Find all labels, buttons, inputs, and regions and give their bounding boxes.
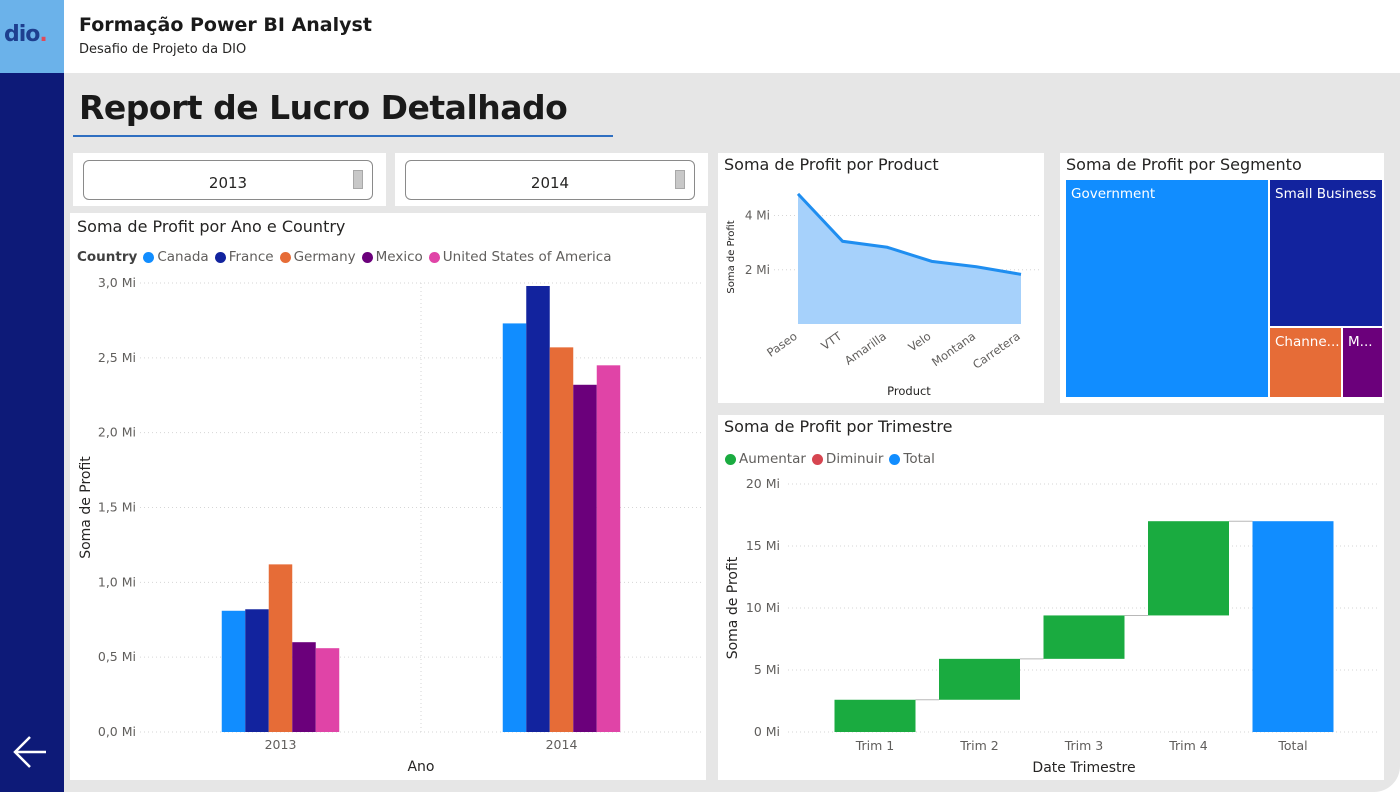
y-tick-label: 3,0 Mi: [98, 275, 136, 290]
y-axis-title: Soma de Profit: [725, 556, 741, 659]
slicer-card-2014: 2014: [395, 153, 708, 206]
slicer-card-2013: 2013: [73, 153, 386, 206]
y-tick-label: 20 Mi: [746, 476, 780, 491]
bar-united-states-of-america-2014: [596, 365, 621, 732]
waterfall-chart-svg: 0 Mi 5 Mi 10 Mi 15 Mi 20 Mi Trim 1 Trim 2 Trim …: [725, 476, 1380, 776]
y-axis-title: Soma de Profit: [78, 456, 94, 559]
x-tick-label-carretera: Carretera: [970, 329, 1023, 372]
bar-france-2013: [245, 609, 269, 732]
app-title: Formação Power BI Analyst: [79, 14, 372, 36]
x-tick-label: Trim 2: [959, 738, 999, 753]
area-fill: [798, 193, 1021, 324]
app-subtitle: Desafio de Projeto da DIO: [79, 42, 247, 57]
x-tick-label: 2013: [265, 737, 297, 752]
slicer-scroll-handle[interactable]: [675, 170, 685, 189]
x-axis-title: Date Trimestre: [1032, 760, 1135, 776]
page-title: Report de Lucro Detalhado: [79, 88, 568, 127]
bar-mexico-2014: [573, 384, 597, 732]
slicer-value: 2014: [530, 174, 570, 192]
waterfall-bar-trim-2: [939, 658, 1020, 700]
y-tick-label: 1,5 Mi: [98, 500, 136, 515]
bar-united-states-of-america-2013: [315, 648, 340, 732]
x-axis-title: Product: [887, 384, 931, 398]
x-tick-label-paseo: Paseo: [764, 329, 800, 360]
back-button[interactable]: [8, 730, 54, 774]
treemap-tile-label: M...: [1348, 334, 1373, 350]
x-tick-label: 2014: [546, 737, 578, 752]
y-tick-label: 0 Mi: [754, 724, 780, 739]
treemap-tile-government[interactable]: Government: [1066, 180, 1268, 397]
waterfall-bar-trim-3: [1043, 615, 1125, 659]
y-tick-label: 15 Mi: [746, 538, 780, 553]
year-slicer-2014[interactable]: 2014: [405, 160, 695, 200]
slicer-value: 2013: [208, 174, 248, 192]
area-chart-svg: 2 Mi 4 Mi Paseo VTTAmarilla VeloMontanaCarre…: [726, 192, 1040, 398]
slicer-scroll-handle[interactable]: [353, 170, 363, 189]
dio-logo-text: dio.: [4, 22, 48, 47]
sidebar: [0, 73, 64, 792]
y-tick-label: 4 Mi: [745, 209, 770, 223]
treemap-tile-label: Government: [1071, 186, 1156, 202]
bar-germany-2013: [268, 564, 293, 732]
year-slicer-2013[interactable]: 2013: [83, 160, 373, 200]
x-tick-label-velo: Velo: [906, 329, 934, 354]
y-tick-label: 1,0 Mi: [98, 574, 136, 589]
treemap-tile-m[interactable]: M...: [1343, 328, 1382, 397]
x-tick-label: Trim 3: [1064, 738, 1104, 753]
treemap-tile-channe[interactable]: Channe...: [1270, 328, 1341, 397]
treemap-tile-small-business[interactable]: Small Business: [1270, 180, 1382, 326]
treemap-tile-label: Small Business: [1275, 186, 1377, 202]
y-tick-label: 2,0 Mi: [98, 425, 136, 440]
profit-by-quarter-card[interactable]: Soma de Profit por Trimestre Aumentar Di…: [718, 415, 1384, 780]
waterfall-bar-trim-1: [834, 699, 916, 732]
bar-france-2014: [526, 285, 550, 732]
y-tick-label: 0,5 Mi: [98, 649, 136, 664]
app-header: dio. Formação Power BI Analyst Desafio d…: [0, 0, 1400, 73]
x-tick-label: Total: [1277, 738, 1307, 753]
x-tick-label-montana: Montana: [929, 329, 978, 369]
x-tick-label-amarilla: Amarilla: [842, 329, 889, 368]
profit-by-product-card[interactable]: Soma de Profit por Product 2 Mi 4 Mi Paseo…: [718, 153, 1044, 403]
y-tick-label: 2 Mi: [745, 263, 770, 277]
y-tick-label: 2,5 Mi: [98, 350, 136, 365]
x-tick-label-vtt: VTT: [818, 328, 845, 352]
x-axis-title: Ano: [407, 759, 434, 775]
bar-canada-2013: [221, 610, 246, 732]
title-underline: [73, 135, 613, 137]
y-tick-label: 10 Mi: [746, 600, 780, 615]
bar-germany-2014: [549, 347, 574, 732]
dio-logo: dio.: [0, 0, 64, 73]
bar-mexico-2013: [292, 642, 316, 732]
x-tick-label: Trim 1: [855, 738, 895, 753]
bar-canada-2014: [502, 323, 527, 732]
waterfall-bar-trim-4: [1148, 521, 1229, 616]
x-tick-label: Trim 4: [1168, 738, 1208, 753]
treemap: Government Small Business Channe... M...: [1060, 153, 1384, 403]
arrow-left-icon: [13, 736, 46, 768]
waterfall-bar-total: [1252, 521, 1334, 732]
y-tick-label: 0,0 Mi: [98, 724, 136, 739]
profit-by-year-country-card[interactable]: Soma de Profit por Ano e Country Country…: [70, 213, 706, 780]
profit-by-segment-card[interactable]: Soma de Profit por Segmento Government Sm…: [1060, 153, 1384, 403]
column-chart-svg: 0,0 Mi 0,5 Mi 1,0 Mi 1,5 Mi 2,0 Mi 2,5 Mi 3,0 …: [78, 275, 702, 775]
y-axis-title: Soma de Profit: [726, 220, 737, 293]
treemap-tile-label: Channe...: [1275, 334, 1340, 350]
y-tick-label: 5 Mi: [754, 662, 780, 677]
